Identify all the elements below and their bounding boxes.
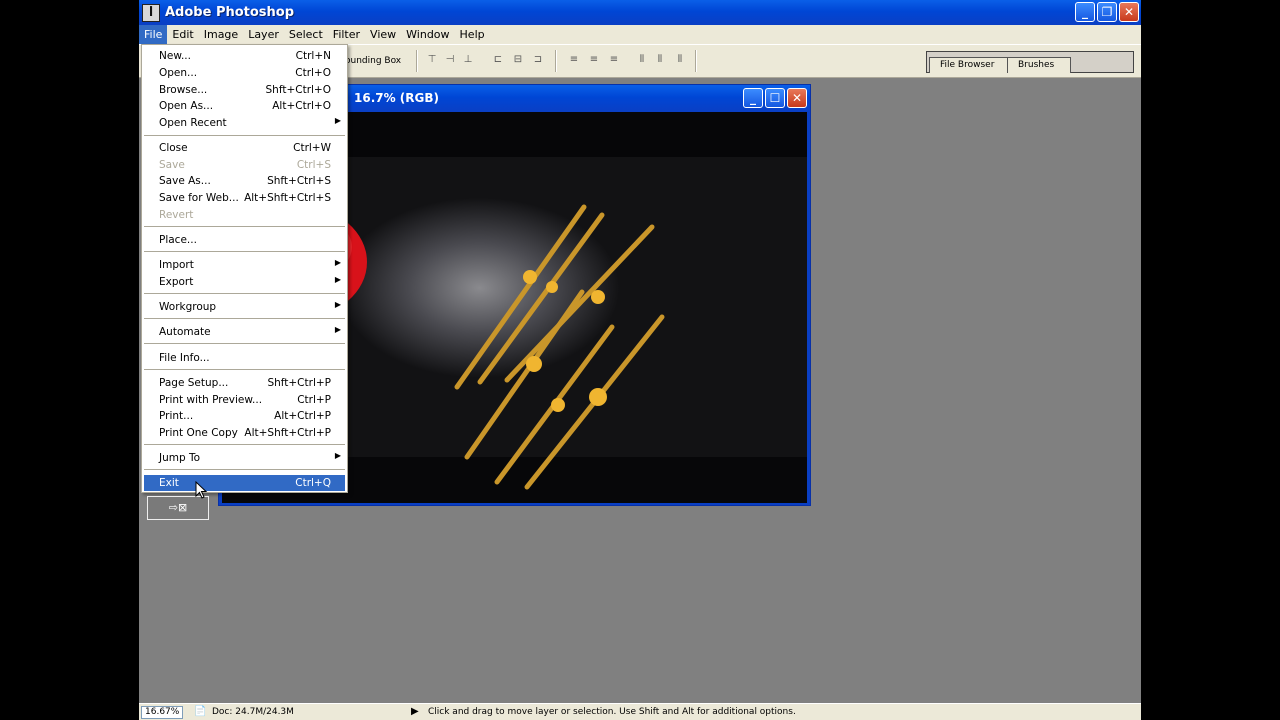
document-size[interactable]: Doc: 24.7M/24.3M	[212, 707, 294, 717]
menu-bar: File Edit Image Layer Select Filter View…	[139, 25, 1141, 44]
align-right-icon[interactable]: ⊐	[531, 54, 545, 66]
zoom-level-field[interactable]: 16.67%	[141, 706, 183, 719]
options-divider	[695, 50, 697, 72]
menu-item-print-one-copy[interactable]: Print One Copy Alt+Shft+Ctrl+P	[144, 425, 345, 441]
menu-item-print-with-preview[interactable]: Print with Preview... Ctrl+P	[144, 392, 345, 408]
menu-item-save: Save Ctrl+S	[159, 159, 331, 171]
distribute-right-icon[interactable]: ⦀	[673, 54, 687, 66]
doc-minimize-icon[interactable]: _	[743, 88, 763, 108]
align-horizontal-center-icon[interactable]: ⊟	[511, 54, 525, 66]
menu-item-browse[interactable]: Browse... Shft+Ctrl+O	[144, 82, 345, 98]
align-vertical-center-icon[interactable]: ⊣	[443, 54, 457, 66]
menu-layer[interactable]: Layer	[243, 25, 284, 44]
submenu-arrow-icon: ▶	[334, 325, 341, 334]
menu-separator	[144, 251, 345, 252]
menu-item-workgroup[interactable]: Workgroup ▶	[144, 299, 345, 315]
menu-item-save-for-web[interactable]: Save for Web... Alt+Shft+Ctrl+S	[144, 190, 345, 206]
tab-file-browser[interactable]: File Browser	[929, 57, 1009, 73]
align-left-icon[interactable]: ⊏	[491, 54, 505, 66]
menu-separator	[144, 444, 345, 445]
menu-image[interactable]: Image	[199, 25, 243, 44]
menu-item-revert: Revert	[159, 209, 194, 221]
options-divider	[416, 50, 418, 72]
menu-item-open[interactable]: Open... Ctrl+O	[144, 65, 345, 81]
menu-item-print[interactable]: Print... Alt+Ctrl+P	[144, 408, 345, 424]
distribute-bottom-icon[interactable]: ≡	[607, 54, 621, 66]
menu-item-automate[interactable]: Automate ▶	[144, 324, 345, 340]
align-bottom-icon[interactable]: ⊥	[461, 54, 475, 66]
menu-help[interactable]: Help	[455, 25, 490, 44]
distribute-vertical-center-icon[interactable]: ≡	[587, 54, 601, 66]
doc-close-icon[interactable]: ✕	[787, 88, 807, 108]
distribute-top-icon[interactable]: ≡	[567, 54, 581, 66]
menu-select[interactable]: Select	[284, 25, 328, 44]
play-arrow-icon[interactable]: ▶	[411, 706, 419, 717]
status-hint: Click and drag to move layer or selectio…	[428, 707, 796, 717]
menu-separator	[144, 318, 345, 319]
file-menu-dropdown: New... Ctrl+N Open... Ctrl+O Browse... Shft…	[141, 44, 348, 493]
menu-view[interactable]: View	[365, 25, 401, 44]
align-top-icon[interactable]: ⊤	[425, 54, 439, 66]
menu-item-import[interactable]: Import ▶	[144, 257, 345, 273]
palette-well: File Browser Brushes	[926, 51, 1134, 73]
menu-separator	[144, 343, 345, 344]
menu-item-exit[interactable]: Exit Ctrl+Q	[144, 475, 345, 491]
menu-edit[interactable]: Edit	[167, 25, 198, 44]
menu-item-page-setup[interactable]: Page Setup... Shft+Ctrl+P	[144, 375, 345, 391]
menu-separator	[144, 226, 345, 227]
menu-file[interactable]: File	[139, 25, 168, 44]
options-divider	[555, 50, 557, 72]
photoshop-app: ꟾ Adobe Photoshop _ ❐ ✕ File Edit Image …	[139, 0, 1141, 720]
document-title: 16.7% (RGB)	[354, 91, 440, 105]
document-icon: 📄	[194, 706, 207, 717]
mouse-cursor-icon	[195, 481, 208, 499]
submenu-arrow-icon: ▶	[334, 258, 341, 267]
submenu-arrow-icon: ▶	[334, 451, 341, 460]
menu-filter[interactable]: Filter	[328, 25, 365, 44]
menu-item-close[interactable]: Close Ctrl+W	[144, 140, 345, 156]
menu-item-open-as[interactable]: Open As... Alt+Ctrl+O	[144, 98, 345, 114]
menu-item-open-recent[interactable]: Open Recent ▶	[144, 115, 345, 131]
status-bar: 16.67% 📄 Doc: 24.7M/24.3M ▶ Click and dr…	[139, 703, 1141, 720]
submenu-arrow-icon: ▶	[334, 275, 341, 284]
menu-item-new[interactable]: New... Ctrl+N	[144, 48, 345, 64]
minimize-icon[interactable]: _	[1075, 2, 1095, 22]
menu-item-place[interactable]: Place...	[144, 232, 345, 248]
distribute-horizontal-center-icon[interactable]: ⦀	[653, 54, 667, 66]
tab-brushes[interactable]: Brushes	[1007, 57, 1071, 73]
close-icon[interactable]: ✕	[1119, 2, 1139, 22]
gold-bracelets	[454, 204, 665, 490]
submenu-arrow-icon: ▶	[334, 300, 341, 309]
app-title-bar: ꟾ Adobe Photoshop _ ❐ ✕	[139, 0, 1141, 25]
submenu-arrow-icon: ▶	[334, 116, 341, 125]
menu-item-file-info[interactable]: File Info...	[144, 350, 345, 366]
distribute-left-icon[interactable]: ⦀	[635, 54, 649, 66]
maximize-icon[interactable]: ❐	[1097, 2, 1117, 22]
show-bounding-box-label[interactable]: ounding Box	[345, 56, 401, 66]
menu-separator	[144, 469, 345, 470]
menu-separator	[144, 369, 345, 370]
photoshop-icon[interactable]: ꟾ	[142, 3, 160, 22]
doc-maximize-icon[interactable]: ☐	[765, 88, 785, 108]
menu-item-export[interactable]: Export ▶	[144, 274, 345, 290]
menu-item-jump-to[interactable]: Jump To ▶	[144, 450, 345, 466]
menu-item-save-as[interactable]: Save As... Shft+Ctrl+S	[144, 173, 345, 189]
menu-window[interactable]: Window	[401, 25, 454, 44]
app-title: Adobe Photoshop	[165, 5, 295, 20]
menu-separator	[144, 293, 345, 294]
menu-separator	[144, 135, 345, 136]
